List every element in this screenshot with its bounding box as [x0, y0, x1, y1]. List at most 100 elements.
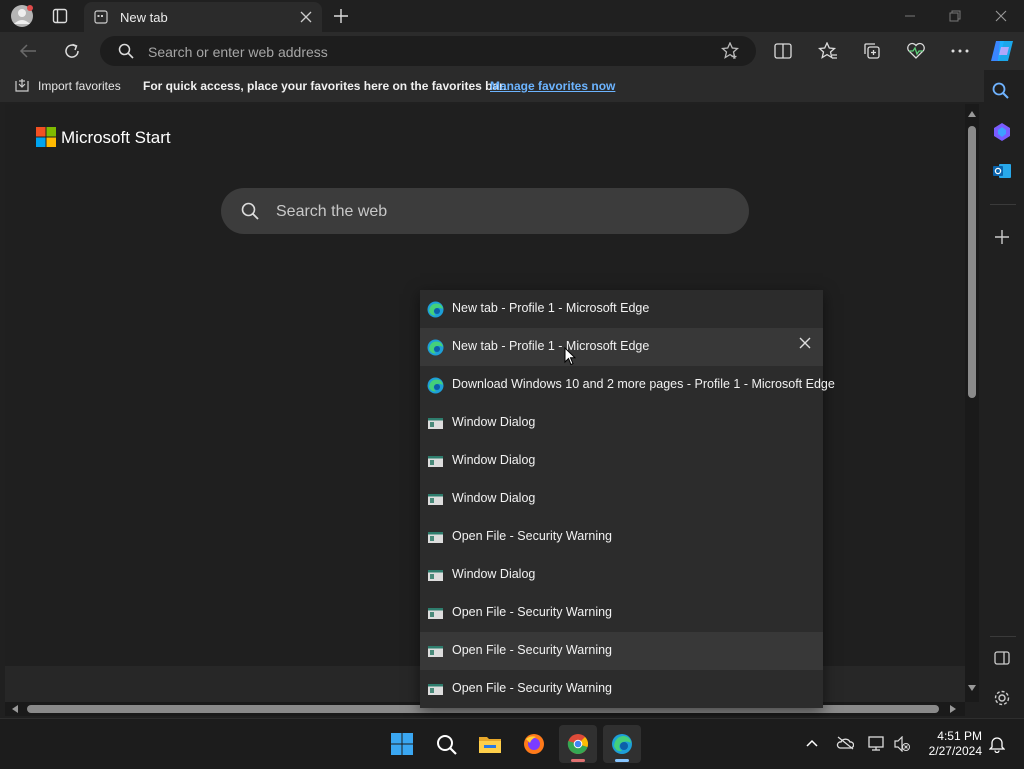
favorites-icon[interactable] — [818, 42, 838, 60]
address-bar[interactable]: Search or enter web address — [100, 36, 756, 66]
manage-favorites-link[interactable]: Manage favorites now — [490, 79, 615, 93]
file-explorer-button[interactable] — [471, 725, 509, 763]
switcher-window-title: Open File - Security Warning — [452, 681, 613, 695]
onedrive-icon[interactable] — [836, 736, 854, 750]
edge-taskbar-button[interactable] — [603, 725, 641, 763]
clock-date: 2/27/2024 — [928, 744, 982, 758]
window-icon — [427, 529, 444, 546]
switcher-window-item[interactable]: Open File - Security Warning — [420, 670, 823, 708]
switcher-window-title: Window Dialog — [452, 415, 536, 429]
add-sidebar-app-icon[interactable] — [995, 230, 1009, 244]
chrome-icon — [567, 733, 589, 755]
switcher-window-item[interactable]: New tab - Profile 1 - Microsoft Edge — [420, 328, 823, 366]
outlook-icon[interactable] — [992, 162, 1012, 180]
close-window-icon[interactable] — [995, 10, 1007, 22]
add-favorite-star-icon[interactable] — [721, 42, 739, 60]
collections-icon[interactable] — [863, 42, 881, 60]
show-hidden-icons-chevron-icon[interactable] — [806, 739, 818, 747]
windows-logo-icon — [391, 733, 413, 755]
notifications-bell-icon[interactable] — [989, 735, 1005, 753]
new-tab-page-icon — [94, 10, 108, 24]
import-favorites-button[interactable]: Import favorites — [38, 79, 121, 93]
folder-icon — [478, 734, 502, 754]
switcher-window-title: Window Dialog — [452, 567, 536, 581]
network-icon[interactable] — [866, 736, 886, 752]
favorites-hint: For quick access, place your favorites h… — [143, 79, 507, 93]
window-icon — [427, 605, 444, 622]
scroll-down-arrow-icon[interactable] — [968, 685, 976, 691]
edge-icon — [427, 377, 444, 394]
switcher-window-item[interactable]: Open File - Security Warning — [420, 594, 823, 632]
tab-actions-icon[interactable] — [52, 8, 68, 24]
hide-sidebar-icon[interactable] — [994, 651, 1010, 665]
minimize-icon[interactable] — [904, 10, 916, 22]
switcher-window-item[interactable]: Download Windows 10 and 2 more pages - P… — [420, 366, 835, 404]
firefox-icon — [523, 733, 545, 755]
favorites-bar: Import favorites For quick access, place… — [0, 70, 984, 102]
switcher-window-item[interactable]: New tab - Profile 1 - Microsoft Edge — [420, 290, 823, 328]
chrome-button[interactable] — [559, 725, 597, 763]
web-search-placeholder: Search the web — [276, 203, 388, 220]
switcher-window-title: Window Dialog — [452, 453, 536, 467]
window-icon — [427, 453, 444, 470]
back-icon[interactable] — [19, 43, 37, 59]
edge-icon — [611, 733, 633, 755]
switcher-window-item[interactable]: Window Dialog — [420, 556, 823, 594]
new-tab-button[interactable] — [333, 8, 349, 24]
import-favorites-icon — [14, 78, 30, 93]
close-tab-icon[interactable] — [300, 11, 312, 23]
switcher-window-item[interactable]: Window Dialog — [420, 404, 823, 442]
window-switcher-list: New tab - Profile 1 - Microsoft Edge New … — [420, 290, 835, 708]
mouse-cursor-icon — [564, 347, 576, 366]
microsoft-logo-icon — [36, 127, 56, 147]
switcher-window-item[interactable]: Window Dialog — [420, 480, 823, 518]
title-bar: New tab — [0, 0, 1024, 32]
switcher-window-title: New tab - Profile 1 - Microsoft Edge — [452, 301, 650, 315]
switcher-window-title: Download Windows 10 and 2 more pages - P… — [452, 377, 835, 391]
volume-muted-icon[interactable] — [893, 736, 911, 752]
window-icon — [427, 415, 444, 432]
browser-essentials-icon[interactable] — [906, 42, 926, 60]
vertical-scroll-thumb[interactable] — [968, 126, 976, 398]
restore-icon[interactable] — [949, 10, 961, 22]
edge-sidebar — [984, 70, 1024, 718]
system-clock[interactable]: 4:51 PM 2/27/2024 — [920, 729, 982, 759]
switcher-window-item[interactable]: Open File - Security Warning — [420, 632, 823, 670]
close-window-item-icon[interactable] — [799, 337, 811, 349]
firefox-button[interactable] — [515, 725, 553, 763]
sidebar-settings-gear-icon[interactable] — [993, 689, 1011, 707]
window-icon — [427, 643, 444, 660]
switcher-window-title: Window Dialog — [452, 491, 536, 505]
sidebar-copilot-icon[interactable] — [992, 122, 1012, 142]
switcher-window-title: Open File - Security Warning — [452, 529, 613, 543]
sidebar-search-icon[interactable] — [992, 82, 1010, 100]
tab-new-tab[interactable]: New tab — [84, 2, 322, 32]
clock-time: 4:51 PM — [937, 729, 982, 743]
switcher-window-item[interactable]: Window Dialog — [420, 442, 823, 480]
scroll-left-arrow-icon[interactable] — [12, 705, 18, 713]
scroll-right-arrow-icon[interactable] — [950, 705, 956, 713]
window-icon — [427, 567, 444, 584]
window-icon — [427, 681, 444, 698]
web-search-box[interactable]: Search the web — [221, 188, 749, 234]
more-menu-icon[interactable] — [951, 49, 969, 53]
switcher-window-item[interactable]: Open File - Security Warning — [420, 518, 823, 556]
running-indicator — [571, 759, 585, 762]
window-icon — [427, 491, 444, 508]
split-screen-icon[interactable] — [774, 43, 792, 59]
copilot-icon[interactable] — [989, 39, 1015, 63]
taskbar-search-button[interactable] — [427, 725, 465, 763]
scroll-up-arrow-icon[interactable] — [968, 111, 976, 117]
switcher-window-title: Open File - Security Warning — [452, 605, 613, 619]
search-icon — [241, 202, 259, 220]
refresh-icon[interactable] — [63, 42, 81, 60]
edge-icon — [427, 339, 444, 356]
switcher-window-title: New tab - Profile 1 - Microsoft Edge — [452, 339, 650, 353]
search-icon — [118, 43, 134, 59]
start-button[interactable] — [383, 725, 421, 763]
profile-avatar-icon[interactable] — [10, 4, 34, 28]
edge-icon — [427, 301, 444, 318]
sidebar-divider — [990, 204, 1016, 205]
microsoft-start-logo-text[interactable]: Microsoft Start — [61, 128, 171, 148]
address-placeholder: Search or enter web address — [148, 44, 328, 60]
